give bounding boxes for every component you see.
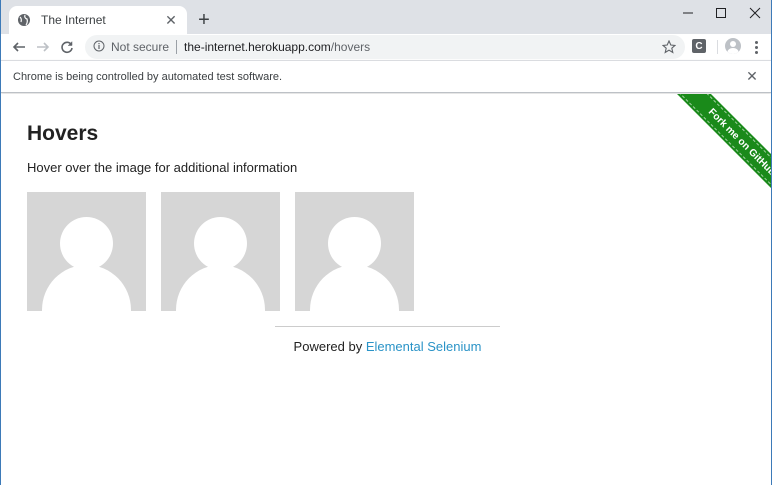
window-close-icon[interactable] bbox=[738, 0, 771, 26]
fork-me-ribbon-label[interactable]: Fork me on GitHub bbox=[674, 94, 771, 206]
avatar-body bbox=[176, 265, 265, 311]
tab-strip: The Internet ✕ + bbox=[1, 0, 771, 34]
toolbar: Not secure the-internet.herokuapp.com/ho… bbox=[1, 34, 771, 60]
avatar-head bbox=[194, 217, 247, 270]
github-ribbon[interactable]: Fork me on GitHub bbox=[661, 94, 771, 206]
page-content: Hovers Hover over the image for addition… bbox=[1, 94, 771, 485]
footer-divider bbox=[275, 326, 500, 327]
url-host: the-internet.herokuapp.com bbox=[184, 40, 331, 54]
user-avatar-figure-1[interactable] bbox=[27, 192, 146, 311]
page-heading: Hovers bbox=[27, 122, 99, 145]
info-icon[interactable] bbox=[93, 40, 105, 55]
address-bar[interactable]: Not secure the-internet.herokuapp.com/ho… bbox=[85, 35, 685, 59]
avatar-head bbox=[328, 217, 381, 270]
forward-arrow-icon[interactable] bbox=[33, 37, 53, 57]
maximize-icon[interactable] bbox=[704, 0, 738, 26]
tab-the-internet[interactable]: The Internet ✕ bbox=[9, 6, 187, 34]
footer-prefix: Powered by bbox=[293, 339, 366, 354]
extension-icon[interactable]: C bbox=[692, 39, 706, 53]
url-path: /hovers bbox=[330, 40, 371, 54]
user-avatar-figure-3[interactable] bbox=[295, 192, 414, 311]
security-label: Not secure bbox=[111, 40, 170, 54]
toolbar-separator bbox=[717, 40, 718, 54]
minimize-icon[interactable] bbox=[671, 0, 705, 26]
page-description: Hover over the image for additional info… bbox=[27, 160, 298, 175]
globe-icon bbox=[17, 13, 31, 27]
elemental-selenium-link[interactable]: Elemental Selenium bbox=[366, 339, 482, 354]
avatar-body bbox=[42, 265, 131, 311]
user-avatar-figure-2[interactable] bbox=[161, 192, 280, 311]
infobar-close-icon[interactable]: ✕ bbox=[745, 68, 759, 84]
infobar-message: Chrome is being controlled by automated … bbox=[13, 70, 283, 83]
footer: Powered by Elemental Selenium bbox=[275, 339, 500, 354]
address-separator bbox=[176, 40, 178, 54]
new-tab-plus-icon[interactable]: + bbox=[193, 9, 215, 31]
reload-icon[interactable] bbox=[57, 37, 77, 57]
profile-avatar-icon[interactable] bbox=[725, 38, 741, 54]
avatar-head bbox=[60, 217, 113, 270]
tab-close-icon[interactable]: ✕ bbox=[163, 12, 179, 28]
tab-title: The Internet bbox=[41, 13, 106, 27]
automation-infobar: Chrome is being controlled by automated … bbox=[1, 60, 771, 93]
avatar-body bbox=[310, 265, 399, 311]
browser-window: The Internet ✕ + Not secure the-internet… bbox=[0, 0, 772, 485]
back-arrow-icon[interactable] bbox=[9, 37, 29, 57]
bookmark-star-icon[interactable] bbox=[661, 39, 677, 55]
kebab-menu-icon[interactable] bbox=[749, 38, 763, 56]
